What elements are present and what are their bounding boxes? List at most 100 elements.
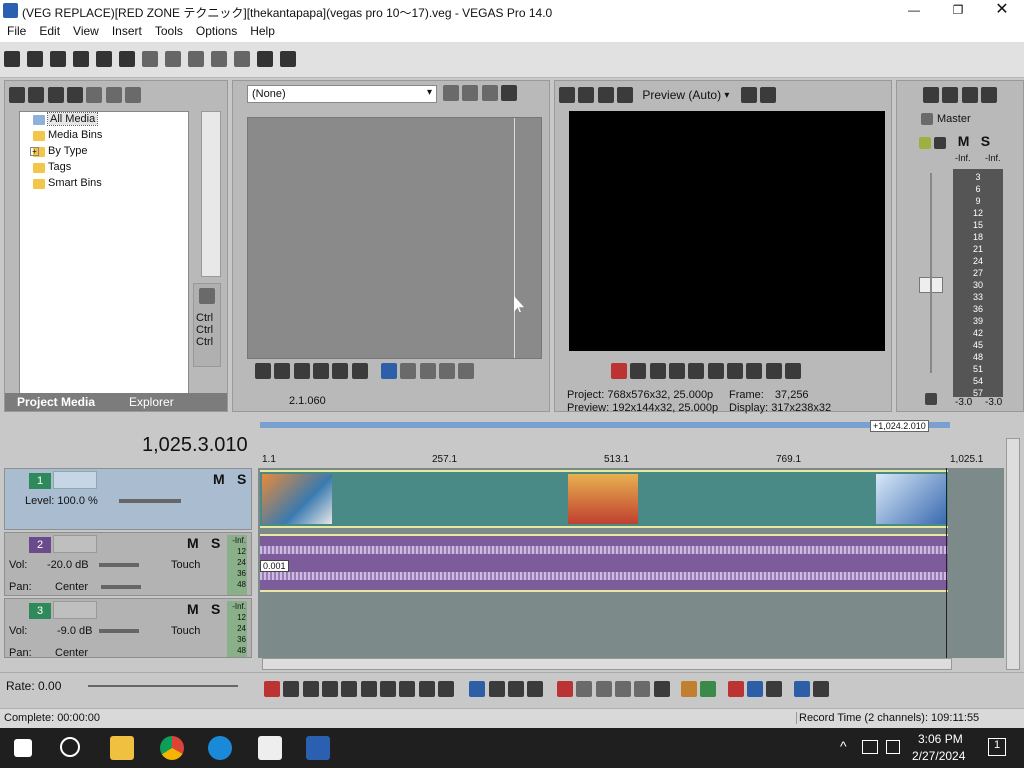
cut-icon[interactable] [142,51,158,67]
expand-plus-icon[interactable]: + [30,147,39,156]
copy-snapshot-icon[interactable] [760,87,777,103]
stop-icon[interactable] [360,681,377,697]
menu-help[interactable]: Help [243,22,281,38]
menu-file[interactable]: File [0,22,32,38]
minimize-button[interactable]: — [894,0,934,22]
maximize-button[interactable]: ❐ [938,0,978,22]
spellcheck-icon[interactable] [443,85,459,101]
tree-all-media[interactable]: All Media [33,112,99,126]
loop-region-bar[interactable] [260,422,950,428]
pause-icon[interactable] [688,363,705,379]
split-icon[interactable] [634,681,651,697]
auto-crossfade-icon[interactable] [746,681,763,697]
volume-slider[interactable] [99,629,139,633]
level-slider[interactable] [119,499,181,503]
lock-envelopes-icon[interactable] [793,681,810,697]
solo-button[interactable]: S [981,133,990,149]
new-file-icon[interactable] [4,51,20,67]
pause-icon[interactable] [341,681,358,697]
play-icon[interactable] [669,363,686,379]
mute-button[interactable]: M [958,133,970,149]
media-scrollbar[interactable] [201,111,221,277]
video-fx-icon[interactable] [597,87,614,103]
open-folder-icon[interactable] [27,51,43,67]
record-icon[interactable] [264,681,280,697]
volume-slider[interactable] [99,563,139,567]
render-icon[interactable] [96,51,112,67]
automation-mode[interactable]: Touch [171,625,200,637]
snapping-icon[interactable] [727,681,744,697]
split-screen-icon[interactable] [617,87,634,103]
go-to-end-icon[interactable] [746,363,763,379]
file-explorer-icon[interactable] [110,736,134,760]
mute-button[interactable]: M [187,535,199,551]
7zip-icon[interactable] [258,736,282,760]
save-icon[interactable] [50,51,66,67]
lock-icon[interactable] [981,87,998,103]
go-to-start-icon[interactable] [727,363,744,379]
mute-button[interactable]: M [187,601,199,617]
go-to-end-icon[interactable] [399,681,416,697]
clock-date[interactable]: 2/27/2024 [912,749,965,763]
menu-insert[interactable]: Insert [105,22,148,38]
timeline-v-scrollbar[interactable] [1006,438,1020,670]
overlays-icon[interactable] [740,87,757,103]
trim-end-icon[interactable] [614,681,631,697]
timeline-area[interactable]: 0.001 [258,468,1004,658]
import-media-icon[interactable] [9,87,25,103]
remove-media-icon[interactable] [86,87,103,103]
record-icon[interactable] [611,363,627,379]
undo-icon[interactable] [211,51,227,67]
loop-icon[interactable] [283,681,300,697]
zoom-tool-icon[interactable] [527,681,544,697]
trim-start-icon[interactable] [595,681,612,697]
volume-icon[interactable] [886,740,900,754]
play-from-start-icon[interactable] [274,363,291,379]
extract-audio-icon[interactable] [47,87,64,103]
downmix-icon[interactable] [942,87,959,103]
trimmer-dropdown[interactable]: (None) ▾ [247,85,437,103]
list-icon[interactable] [462,85,479,101]
properties-icon[interactable] [125,87,142,103]
media-fx-icon[interactable] [105,87,122,103]
normal-edit-tool-icon[interactable] [469,681,486,697]
audio-clip-track-2[interactable]: 0.001 [260,534,948,592]
tree-media-bins[interactable]: Media Bins [33,129,102,141]
close-button[interactable]: ✕ [982,0,1022,22]
capture-icon[interactable] [28,87,45,103]
ripple-edit-icon[interactable] [766,681,783,697]
mute-button[interactable]: M [213,471,225,487]
track-header-audio-2[interactable]: 2 M S Vol: -20.0 dB Touch Pan: Center -I… [4,532,252,596]
trimmer-display[interactable] [247,117,542,359]
paste-icon[interactable] [188,51,204,67]
track-header-video-1[interactable]: 1 Level: 100.0 % M S [4,468,252,530]
rate-slider[interactable] [88,685,238,687]
redo-icon[interactable] [234,51,250,67]
prev-frame-icon[interactable] [765,363,782,379]
timeline-h-scrollbar[interactable] [262,658,952,670]
pause-icon[interactable] [313,363,330,379]
solo-button[interactable]: S [211,601,220,617]
copy-icon[interactable] [165,51,181,67]
lock-icon[interactable] [653,681,670,697]
fit-icon[interactable] [439,363,456,379]
region-icon[interactable] [700,681,717,697]
add-to-timeline-icon[interactable] [381,363,398,379]
track-name-field[interactable] [53,471,97,489]
video-clip-track-1[interactable] [260,470,948,528]
loop-icon[interactable] [255,363,271,379]
next-frame-icon[interactable] [438,681,455,697]
tree-by-type[interactable]: By Type [33,145,88,157]
speaker-icon[interactable] [961,87,978,103]
help-icon[interactable] [280,51,296,67]
notification-badge[interactable]: 1 [988,738,1006,756]
menu-edit[interactable]: Edit [32,22,66,38]
play-from-start-icon[interactable] [649,363,666,379]
video-display[interactable] [569,111,885,351]
trim-icon[interactable] [576,681,593,697]
stop-icon[interactable] [332,363,349,379]
overwrite-icon[interactable] [419,363,436,379]
hand-tool-icon[interactable] [257,51,273,67]
play-icon[interactable] [322,681,339,697]
vegas-taskbar-icon[interactable] [306,736,330,760]
